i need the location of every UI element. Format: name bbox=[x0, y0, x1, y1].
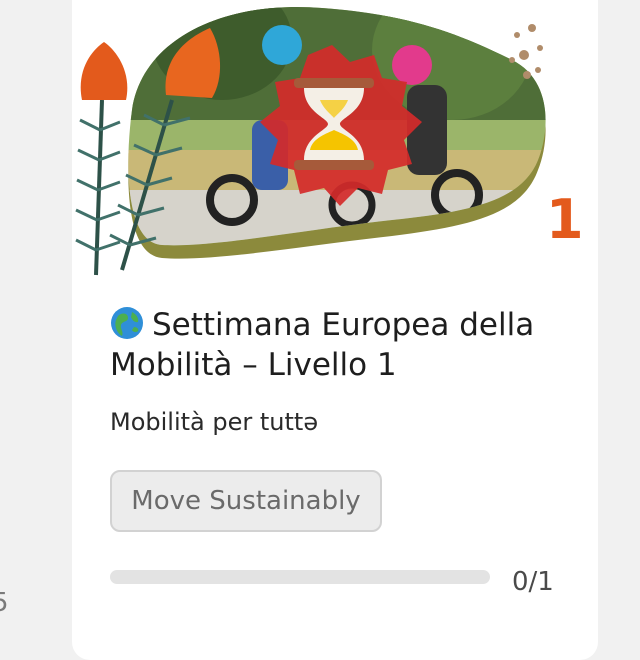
challenge-subtitle: Mobilità per tuttə bbox=[110, 408, 319, 436]
previous-card-edge[interactable]: 5 bbox=[0, 0, 24, 640]
previous-card-count: 5 bbox=[0, 588, 9, 618]
category-tag[interactable]: Move Sustainably bbox=[110, 470, 382, 532]
challenge-hero-image bbox=[72, 0, 598, 280]
challenge-card[interactable]: 1 Settimana Europea della Mobilità – Liv… bbox=[72, 0, 598, 660]
challenge-title-text: Settimana Europea della Mobilità – Livel… bbox=[110, 307, 535, 383]
hero-illustration bbox=[75, 6, 546, 276]
progress-count: 0/1 bbox=[512, 567, 554, 597]
challenge-title[interactable]: Settimana Europea della Mobilità – Livel… bbox=[110, 305, 570, 385]
level-badge: 1 bbox=[546, 188, 584, 251]
globe-icon bbox=[111, 307, 143, 339]
progress-bar bbox=[110, 570, 490, 584]
